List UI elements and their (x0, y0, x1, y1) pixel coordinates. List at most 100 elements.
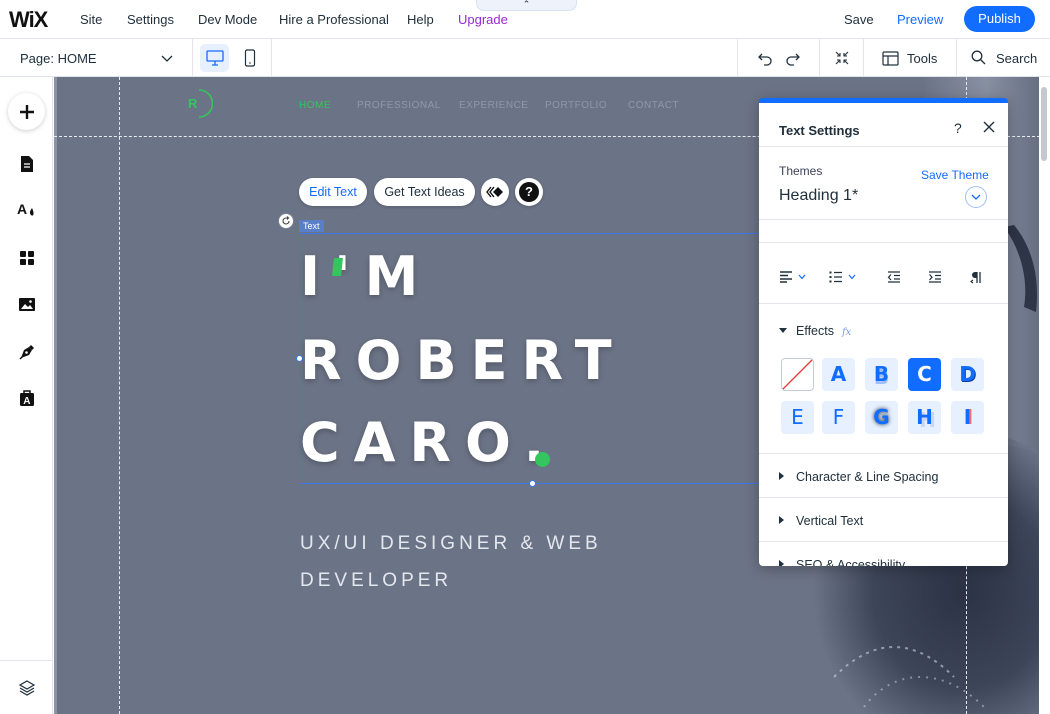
character-spacing-section[interactable]: Character & Line Spacing (779, 470, 938, 484)
effect-c[interactable]: C (908, 358, 941, 391)
edit-text-button[interactable]: Edit Text (299, 178, 367, 206)
site-nav-experience[interactable]: EXPERIENCE (459, 100, 528, 111)
subheading-line-2[interactable]: DEVELOPER (300, 570, 452, 592)
fx-icon: fx (841, 327, 852, 338)
search-icon (971, 50, 986, 65)
effect-h[interactable]: H (908, 401, 941, 434)
save-button[interactable]: Save (844, 12, 874, 27)
canvas-edge (54, 77, 57, 714)
effect-b[interactable]: B (865, 358, 898, 391)
alignment-dropdown[interactable] (779, 267, 806, 287)
effect-a[interactable]: A (822, 358, 855, 391)
menu-settings[interactable]: Settings (127, 12, 174, 27)
site-nav-home[interactable]: HOME (299, 100, 331, 111)
rtl-direction-icon (970, 271, 981, 283)
close-icon[interactable] (980, 118, 998, 136)
mobile-view-button[interactable] (235, 44, 264, 72)
resize-handle-bottom[interactable] (529, 480, 536, 487)
divider (759, 497, 1008, 498)
business-button[interactable]: A (12, 383, 41, 412)
chevron-down-icon (971, 194, 981, 200)
menu-dev-mode[interactable]: Dev Mode (198, 12, 257, 27)
increase-indent-button[interactable] (928, 267, 942, 287)
vertical-text-section[interactable]: Vertical Text (779, 514, 863, 528)
pages-button[interactable] (12, 149, 41, 178)
publish-button[interactable]: Publish (964, 6, 1035, 32)
menu-upgrade[interactable]: Upgrade (458, 12, 508, 27)
theme-dropdown-button[interactable] (965, 186, 987, 208)
divider (759, 146, 1008, 147)
secondary-toolbar: Page: HOME Tools Search (0, 39, 1050, 77)
menu-help[interactable]: Help (407, 12, 434, 27)
theme-value[interactable]: Heading 1* (779, 187, 858, 205)
text-settings-panel: Text Settings ? Themes Save Theme Headin… (759, 98, 1008, 566)
mobile-icon (244, 49, 255, 67)
rotate-handle[interactable] (278, 213, 294, 229)
divider (759, 453, 1008, 454)
effect-f[interactable]: F (822, 401, 855, 434)
divider (271, 39, 272, 77)
caret-right-icon (779, 472, 784, 480)
collapse-toolbar-button[interactable]: ⌃ (476, 0, 577, 11)
page-selector-label: Page: HOME (20, 51, 97, 66)
subheading-line-1[interactable]: UX/UI DESIGNER & WEB (300, 533, 602, 555)
headline-line-2[interactable]: ROBERT (300, 329, 626, 392)
animation-icon (486, 186, 503, 198)
decrease-indent-button[interactable] (887, 267, 901, 287)
search-button[interactable]: Search (957, 39, 1050, 77)
effects-section-toggle[interactable]: Effects fx (779, 324, 851, 338)
layers-area (0, 660, 53, 714)
help-button[interactable]: ? (515, 178, 543, 206)
menu-hire-professional[interactable]: Hire a Professional (279, 12, 389, 27)
site-nav-contact[interactable]: CONTACT (628, 100, 679, 111)
selection-tag: Text (299, 220, 324, 232)
headline-line-1[interactable]: I'M (300, 245, 432, 308)
save-theme-link[interactable]: Save Theme (921, 168, 989, 182)
image-icon (18, 298, 35, 311)
list-dropdown[interactable] (829, 267, 856, 287)
preview-button[interactable]: Preview (897, 12, 943, 27)
tools-button[interactable]: Tools (864, 39, 957, 77)
add-elements-button[interactable] (8, 93, 45, 130)
zoom-out-button[interactable] (832, 49, 852, 67)
menu-site[interactable]: Site (80, 12, 102, 27)
effect-none[interactable] (781, 358, 814, 391)
bullet-list-icon (829, 271, 842, 283)
chevron-up-icon: ⌃ (522, 0, 531, 9)
effect-g[interactable]: G (865, 401, 898, 434)
media-button[interactable] (12, 290, 41, 319)
undo-icon (758, 53, 772, 66)
section-label: Character & Line Spacing (796, 470, 939, 484)
design-button[interactable]: A (12, 195, 41, 224)
redo-button[interactable] (783, 50, 803, 68)
grid-guide-left (119, 77, 120, 714)
layers-button[interactable] (12, 673, 41, 702)
panel-help-button[interactable]: ? (954, 120, 962, 136)
headline-line-3[interactable]: CARO. (300, 411, 558, 474)
theme-design-icon: A (17, 201, 34, 217)
blog-button[interactable] (12, 337, 41, 366)
app-market-button[interactable] (12, 243, 41, 272)
site-logo-letter: R (188, 96, 198, 111)
page-selector[interactable]: Page: HOME (0, 39, 193, 77)
scrollbar-thumb[interactable] (1041, 87, 1047, 161)
effect-d[interactable]: D (951, 358, 984, 391)
themes-label: Themes (779, 164, 823, 178)
page-icon (20, 155, 33, 172)
effect-i[interactable]: I (951, 401, 984, 434)
tools-label: Tools (907, 51, 938, 66)
site-logo[interactable]: R (182, 88, 213, 119)
wix-logo[interactable]: WiX (9, 7, 48, 33)
caret-right-icon (779, 560, 784, 566)
effect-e[interactable]: E (781, 401, 814, 434)
canvas-scrollbar[interactable] (1039, 77, 1050, 714)
animation-button[interactable] (481, 178, 509, 206)
site-nav-portfolio[interactable]: PORTFOLIO (545, 100, 607, 111)
undo-button[interactable] (755, 50, 775, 68)
text-direction-button[interactable] (970, 267, 982, 287)
site-nav-professional[interactable]: PROFESSIONAL (357, 100, 441, 111)
caret-right-icon (779, 516, 784, 524)
get-text-ideas-button[interactable]: Get Text Ideas (374, 178, 475, 206)
desktop-view-button[interactable] (200, 44, 229, 72)
seo-accessibility-section[interactable]: SEO & Accessibility (779, 558, 905, 566)
